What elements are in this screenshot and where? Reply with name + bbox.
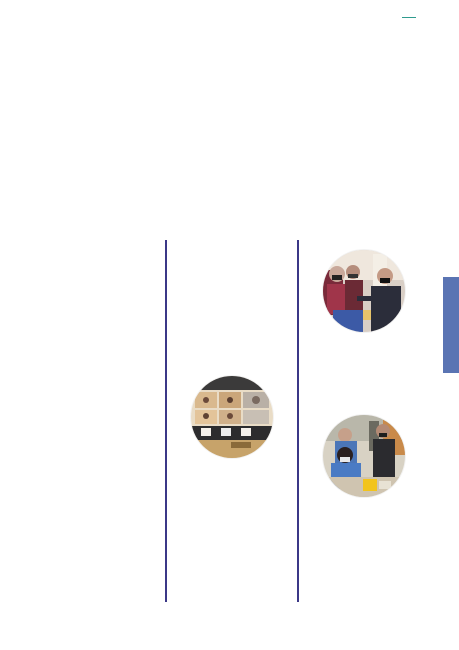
photo-video-conference xyxy=(191,376,273,458)
column-divider-right xyxy=(297,240,299,602)
photo-video-conference-image xyxy=(191,376,273,458)
column-divider-left xyxy=(165,240,167,602)
photo-group-greeting xyxy=(323,250,405,332)
photo-group-greeting-image xyxy=(323,250,405,332)
photo-vaccination-image xyxy=(323,415,405,497)
photo-vaccination xyxy=(323,415,405,497)
side-tab[interactable] xyxy=(443,277,459,373)
header-accent-line xyxy=(402,17,416,18)
